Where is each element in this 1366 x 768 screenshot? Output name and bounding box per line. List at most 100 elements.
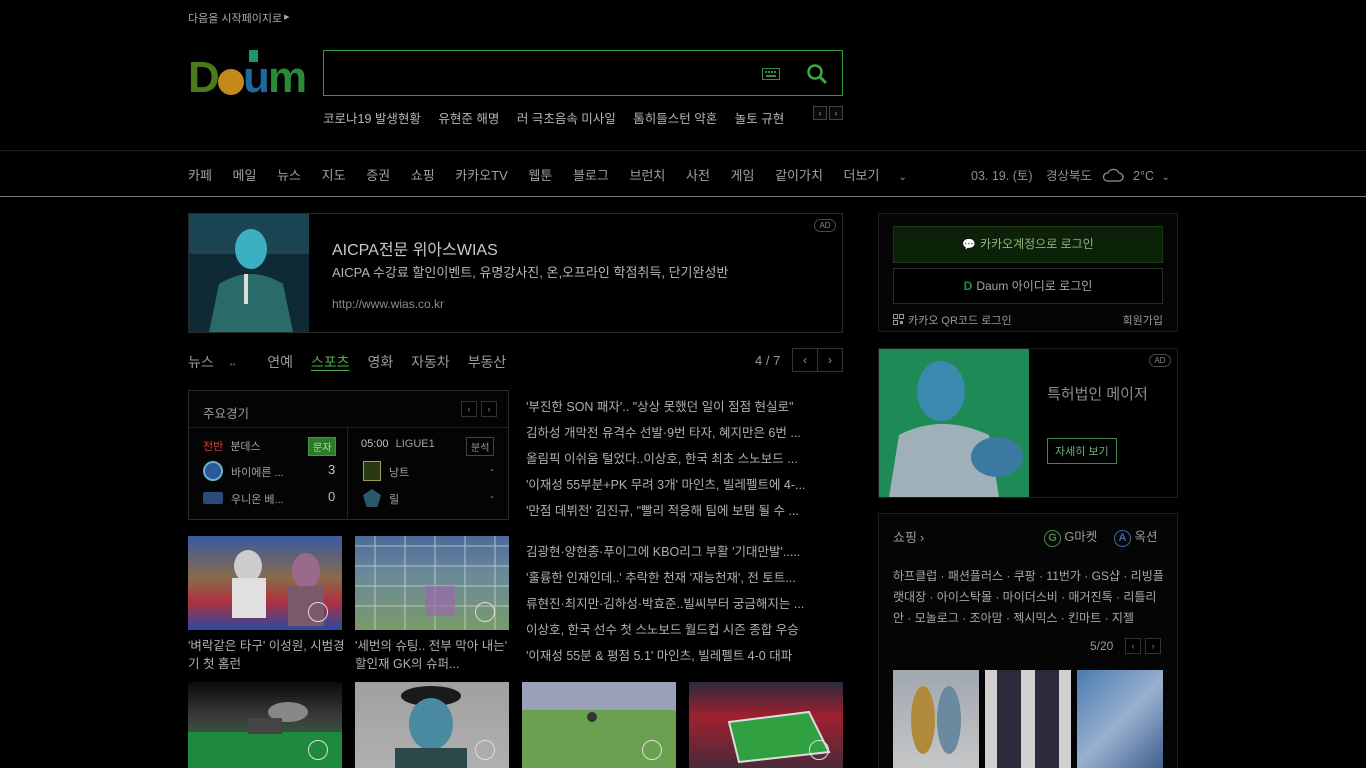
- news-headline[interactable]: '이재성 55부분+PK 무려 3개' 마인츠, 빌레펠트에 4-...: [526, 474, 842, 493]
- search-icon[interactable]: [806, 63, 828, 85]
- trend-keyword[interactable]: 코로나19 발생현황: [323, 112, 421, 126]
- match-left-header[interactable]: 전반 분데스: [203, 438, 261, 454]
- play-icon: [308, 740, 328, 760]
- nav-item-together[interactable]: 같이가치: [775, 168, 823, 183]
- kakao-login-label: 카카오계정으로 로그인: [979, 237, 1094, 251]
- nav-item-brunch[interactable]: 브런치: [629, 168, 665, 183]
- daum-logo[interactable]: D u m: [188, 48, 306, 100]
- auction-label: 옥션: [1134, 530, 1158, 544]
- news-thumbnail[interactable]: [188, 536, 342, 630]
- chevron-down-icon: ⌄: [898, 172, 907, 183]
- product-thumbnail[interactable]: [985, 670, 1071, 768]
- nav-item-mail[interactable]: 메일: [233, 168, 257, 183]
- chevron-left-icon: ‹: [803, 353, 807, 367]
- match-text-tag[interactable]: 문자: [308, 437, 337, 456]
- news-thumbnail[interactable]: [355, 536, 509, 630]
- ad-description: AICPA 수강료 할인이벤트, 유명강사진, 온,오프라인 학점취득, 단기완…: [332, 265, 729, 280]
- ad-badge: AD: [1149, 354, 1171, 367]
- nav-item-map[interactable]: 지도: [322, 168, 346, 183]
- nav-more-button[interactable]: 더보기 ⌄: [844, 168, 924, 183]
- shopping-panel: 쇼핑 › G G마켓 A 옥션 하프클럽 · 패션플러스 · 쿠팡 · 11번가 …: [878, 513, 1178, 768]
- tab-movie[interactable]: 영화: [367, 354, 393, 370]
- news-headline[interactable]: '이재성 55분 & 평점 5.1' 마인츠, 빌레펠트 4-0 대파: [526, 645, 842, 664]
- tab-car[interactable]: 자동차: [411, 354, 450, 370]
- nav-item-dictionary[interactable]: 사전: [686, 168, 710, 183]
- thumbnail-caption[interactable]: '벼락같은 타구' 이성원, 시범경기 첫 홈런: [188, 637, 348, 673]
- qr-login-link[interactable]: 카카오 QR코드 로그인: [893, 312, 1012, 328]
- side-ad[interactable]: 특허법인 메이저 자세히 보기 AD: [878, 348, 1178, 498]
- nav-divider-top: [0, 150, 1366, 151]
- ad-banner[interactable]: AICPA전문 위아스WIAS AICPA 수강료 할인이벤트, 유명강사진, …: [188, 213, 843, 333]
- service-nav: 카페 메일 뉴스 지도 증권 쇼핑 카카오TV 웹툰 블로그 브런치 사전 게임…: [188, 165, 941, 184]
- nav-item-cafe[interactable]: 카페: [188, 168, 212, 183]
- news-thumbnail[interactable]: [689, 682, 843, 768]
- start-page-link[interactable]: 다음을 시작페이지로 ▶: [188, 10, 290, 26]
- team-logo-icon: [363, 489, 381, 507]
- auction-link[interactable]: A 옥션: [1114, 526, 1158, 547]
- nav-item-blog[interactable]: 블로그: [573, 168, 609, 183]
- match-title: 주요경기: [203, 407, 250, 421]
- weather-widget[interactable]: 03. 19. (토) 경상북도 2°C ⌄: [971, 165, 1170, 184]
- news-prev-button[interactable]: ‹: [792, 348, 818, 372]
- tab-sports[interactable]: 스포츠: [311, 354, 350, 370]
- chevron-left-icon: ‹: [818, 108, 822, 118]
- news-headline[interactable]: 류현진·최지만·김하성·박효준..빌씨부터 궁금해지는 ...: [526, 593, 842, 612]
- chevron-right-icon: ›: [919, 530, 925, 545]
- search-input[interactable]: [336, 61, 756, 85]
- match-analysis-tag[interactable]: 분석: [466, 437, 495, 456]
- qr-login-label: 카카오 QR코드 로그인: [908, 315, 1012, 327]
- product-thumbnail[interactable]: [893, 670, 979, 768]
- nav-item-game[interactable]: 게임: [731, 168, 755, 183]
- nav-item-kakaotv[interactable]: 카카오TV: [455, 168, 508, 183]
- news-headline[interactable]: '부진한 SON 패자'.. "상상 못했던 일이 점점 현실로": [526, 396, 842, 415]
- news-next-button[interactable]: ›: [817, 348, 843, 372]
- match-scoreboard: 주요경기 ‹ › 전반 분데스 문자 바이에른 ... 3 우니온 베... 0…: [188, 390, 509, 520]
- news-headline[interactable]: 올림픽 이쉬움 털었다..이상호, 한국 최초 스노보드 ...: [526, 448, 842, 467]
- side-ad-detail-button[interactable]: 자세히 보기: [1047, 438, 1117, 464]
- news-thumbnail[interactable]: [188, 682, 342, 768]
- news-headline[interactable]: 이상호, 한국 선수 첫 스노보드 월드컵 시즌 종합 우승: [526, 619, 842, 638]
- news-headline[interactable]: 김광현·양현종·푸이그에 KBO리그 부활 '기대만발'.....: [526, 541, 842, 560]
- match-prev-button[interactable]: ‹: [461, 401, 477, 417]
- match-right-header[interactable]: 05:00 LIGUE1: [361, 438, 435, 450]
- kakao-login-button[interactable]: 💬 카카오계정으로 로그인: [893, 226, 1163, 263]
- product-thumbnail[interactable]: [1077, 670, 1163, 768]
- news-thumbnail[interactable]: [355, 682, 509, 768]
- news-headline[interactable]: '훌륭한 인재인데..' 추락한 천재 '재능천재', 전 토트...: [526, 567, 842, 586]
- tab-realestate[interactable]: 부동산: [468, 354, 507, 370]
- news-headline[interactable]: 김하성 개막전 유격수 선발·9번 타자, 혜지만은 6번 ...: [526, 422, 842, 441]
- tab-entertainment[interactable]: 연예: [267, 354, 293, 370]
- match-vertical-divider: [347, 428, 348, 520]
- trend-keyword[interactable]: 톰히들스턴 약혼: [633, 112, 717, 126]
- shopping-prev-button[interactable]: ‹: [1125, 638, 1141, 654]
- shopping-links[interactable]: 하프클럽 · 패션플러스 · 쿠팡 · 11번가 · GS샵 · 리빙플랫대장 …: [893, 566, 1165, 629]
- daum-login-button[interactable]: D Daum 아이디로 로그인: [893, 268, 1163, 304]
- nav-item-news[interactable]: 뉴스: [277, 168, 301, 183]
- nav-item-shopping[interactable]: 쇼핑: [411, 168, 435, 183]
- signup-link[interactable]: 회원가입: [1123, 312, 1163, 328]
- news-page-count: 4 / 7: [755, 353, 781, 368]
- trending-keywords: 코로나19 발생현황 유현준 해명 러 극초음속 미사일 톰히들스턴 약혼 놀토…: [323, 108, 798, 127]
- nav-item-webtoon[interactable]: 웹툰: [528, 168, 552, 183]
- ad-banner-image: [189, 214, 309, 332]
- svg-text:D: D: [188, 53, 220, 100]
- nav-more-label: 더보기: [843, 168, 880, 183]
- shopping-title[interactable]: 쇼핑 ›: [893, 527, 924, 546]
- keyboard-icon[interactable]: [762, 68, 780, 80]
- triangle-right-icon: ▶: [284, 14, 290, 21]
- team-score: -: [490, 464, 494, 476]
- thumbnail-caption[interactable]: '세번의 슈팅.. 전부 막아 내는' 할인재 GK의 슈퍼...: [355, 637, 515, 673]
- tab-news[interactable]: 뉴스 ••: [188, 354, 249, 370]
- trend-next-button[interactable]: ›: [829, 106, 843, 120]
- gmarket-link[interactable]: G G마켓: [1044, 526, 1097, 547]
- match-next-button[interactable]: ›: [481, 401, 497, 417]
- shopping-next-button[interactable]: ›: [1145, 638, 1161, 654]
- news-headline[interactable]: '만점 데뷔전' 김진규, "빨리 적응해 팀에 보탬 될 수 ...: [526, 500, 842, 519]
- match-league: LIGUE1: [395, 438, 435, 450]
- trend-keyword[interactable]: 러 극초음속 미사일: [517, 112, 616, 126]
- news-thumbnail[interactable]: [522, 682, 676, 768]
- trend-keyword[interactable]: 놀토 규현: [735, 112, 784, 126]
- trend-prev-button[interactable]: ‹: [813, 106, 827, 120]
- nav-item-stock[interactable]: 증권: [366, 168, 390, 183]
- trend-keyword[interactable]: 유현준 해명: [438, 112, 499, 126]
